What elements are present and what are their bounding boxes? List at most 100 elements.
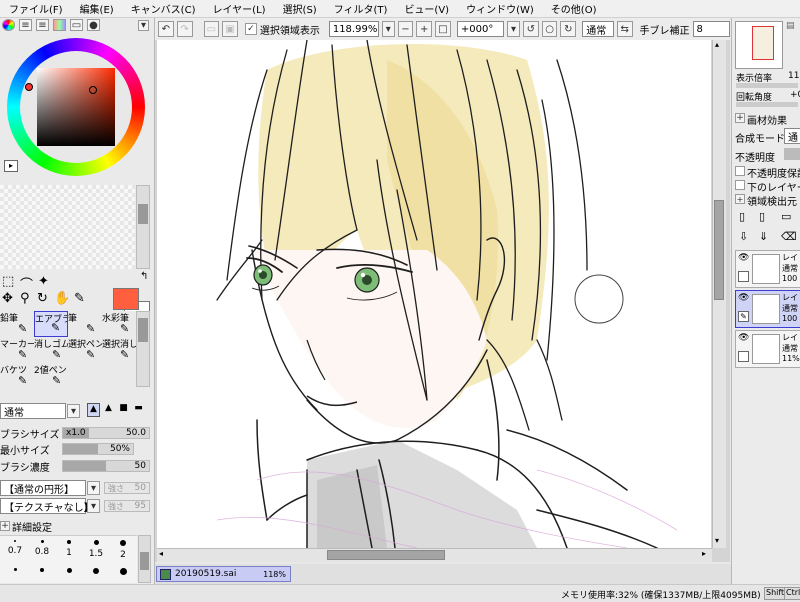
undo-icon[interactable]: ↶ [158,21,174,37]
shape-strength-slider[interactable]: 強さ 50 [104,482,150,494]
eye-icon[interactable]: 👁 [738,253,749,263]
texture-dropdown-icon[interactable]: ▾ [87,499,100,513]
rotate-left-icon[interactable]: ↺ [522,21,539,37]
zoom-reset-icon[interactable]: □ [435,21,451,37]
layer-blend-field[interactable]: 通常 [582,21,614,37]
zoom-out-icon[interactable]: − [397,21,414,37]
size-preset-dot[interactable] [3,564,27,575]
texture-strength-slider[interactable]: 強さ 95 [104,500,150,512]
hand-icon[interactable]: ✋ [54,291,70,306]
menu-item[interactable]: その他(O) [542,1,605,16]
drawing-canvas[interactable] [157,40,711,548]
redo-icon[interactable]: ↷ [176,21,193,37]
scroll-left-icon[interactable]: ◂ [159,549,163,558]
rotation-dropdown-icon[interactable]: ▾ [507,21,520,37]
shape-round-icon[interactable]: ■ [117,403,130,417]
clear-layer-icon[interactable]: ⌫ [781,230,797,243]
size-preset-dot[interactable] [84,564,108,578]
swatch-mode-icon[interactable] [53,19,66,31]
size-preset[interactable]: 0.8 [30,540,54,557]
layer-row[interactable]: 👁 ✎ レイ 通常 100 [735,290,800,328]
layer-row[interactable]: 👁 レイ 通常 100 [735,250,800,288]
selection-display-checkbox[interactable]: ✓ [245,23,257,35]
layer-lock-icon[interactable]: ✎ [738,311,749,322]
tool-button[interactable]: バケツ ✎ [0,363,34,389]
rect-select-icon[interactable]: ⬚ [2,274,14,289]
magic-wand-icon[interactable]: ✦ [38,274,49,289]
nav-zoom-value[interactable]: 118 [788,71,800,81]
paper-effect-expand-icon[interactable]: + [735,113,745,123]
zoom-icon[interactable]: ⚲ [20,291,30,306]
layer-blend-select[interactable]: 通 [784,128,800,144]
transfer-down-icon[interactable]: ⇩ [739,230,748,243]
zoom-in-icon[interactable]: + [416,21,433,37]
blend-dropdown-icon[interactable]: ▾ [67,404,80,418]
navigator-menu-icon[interactable]: ▤ [786,21,795,31]
preserve-opacity-checkbox[interactable] [735,166,745,176]
paper-effect-label[interactable]: 画材効果 [747,112,787,127]
hue-cursor[interactable] [25,83,33,91]
scratchpad[interactable] [0,185,135,269]
texture-select[interactable]: 【テクスチャなし】 [0,498,94,514]
size-preset[interactable]: 1.5 [84,540,108,559]
color-wheel[interactable] [7,38,145,176]
presets-scrollbar[interactable] [138,535,151,583]
density-slider[interactable]: 50 [62,460,150,472]
merge-down-icon[interactable]: ⇓ [759,230,768,243]
brush-size-slider[interactable]: x1.0 50.0 [62,427,150,439]
tool-button[interactable]: エアブラシ✎ [34,311,68,337]
layer-opacity-slider[interactable] [784,148,800,160]
move-icon[interactable]: ✥ [2,291,13,306]
scroll-down-icon[interactable]: ▾ [715,536,719,545]
tool-button[interactable]: 選択ペン ✎ [68,337,102,363]
nav-rotation-slider[interactable] [736,102,798,107]
rgb-slider-mode-icon[interactable]: ≡ [19,19,32,31]
size-preset-dot[interactable] [111,564,135,579]
wheel-lock-icon[interactable]: ▸ [4,160,18,172]
brush-shape-select[interactable]: 【通常の円形】 [0,480,86,496]
menu-item[interactable]: キャンバス(C) [122,1,204,16]
scroll-right-icon[interactable]: ▸ [702,549,706,558]
rotation-field[interactable]: +000° [456,21,505,37]
shape-dropdown-icon[interactable]: ▾ [87,481,100,495]
tool-button[interactable]: 消しゴム ✎ [34,337,68,363]
scroll-up-icon[interactable]: ▴ [715,40,719,49]
rotate-right-icon[interactable]: ↻ [560,21,577,37]
sv-cursor[interactable] [89,86,97,94]
expand-details-icon[interactable]: + [0,521,10,531]
clip-checkbox[interactable] [735,180,745,190]
deselect-icon[interactable]: ▭ [203,21,220,37]
new-linework-icon[interactable]: ▯ [759,210,765,223]
size-multiplier[interactable]: x1.0 [66,428,86,439]
menu-item[interactable]: フィルタ(T) [325,1,396,16]
new-folder-icon[interactable]: ▭ [781,210,791,223]
size-preset-dot[interactable] [57,564,81,577]
nav-rotation-value[interactable]: +0 [790,90,800,100]
layer-row[interactable]: 👁 レイ 通常 11% [735,330,800,368]
swap-colors-icon[interactable]: ↰ [140,271,148,282]
source-icon[interactable]: + [735,194,745,204]
hsv-slider-mode-icon[interactable]: ≡ [36,19,49,31]
color-wheel-mode-icon[interactable] [2,19,15,31]
size-preset-dot[interactable] [30,564,54,576]
user-swatch-mode-icon[interactable]: ● [87,19,100,31]
scratchpad-scrollbar[interactable] [136,185,150,269]
tool-button[interactable]: 筆 ✎ [68,311,102,337]
canvas-horizontal-scrollbar[interactable]: ◂ ▸ [157,548,712,562]
menu-item[interactable]: ビュー(V) [395,1,457,16]
shape-flat-icon[interactable]: ▬ [132,403,145,417]
size-preset[interactable]: 2 [111,540,135,560]
eye-icon[interactable]: 👁 [738,293,749,303]
canvas-vertical-scrollbar[interactable]: ▴ ▾ [712,40,726,548]
new-layer-icon[interactable]: ▯ [739,210,745,223]
layer-lock-icon[interactable] [738,271,749,282]
details-label[interactable]: 詳細設定 [12,519,52,534]
rotate-icon[interactable]: ↻ [37,291,48,306]
tool-button[interactable]: 選択消し ✎ [102,337,136,363]
shape-soft-icon[interactable]: ▲ [102,403,115,417]
stabilizer-field[interactable]: 8 [692,21,730,37]
flip-icon[interactable]: ⇆ [616,21,633,37]
menu-item[interactable]: 選択(S) [274,1,325,16]
size-preset[interactable]: 1 [57,540,81,558]
eye-icon[interactable]: 👁 [738,333,749,343]
